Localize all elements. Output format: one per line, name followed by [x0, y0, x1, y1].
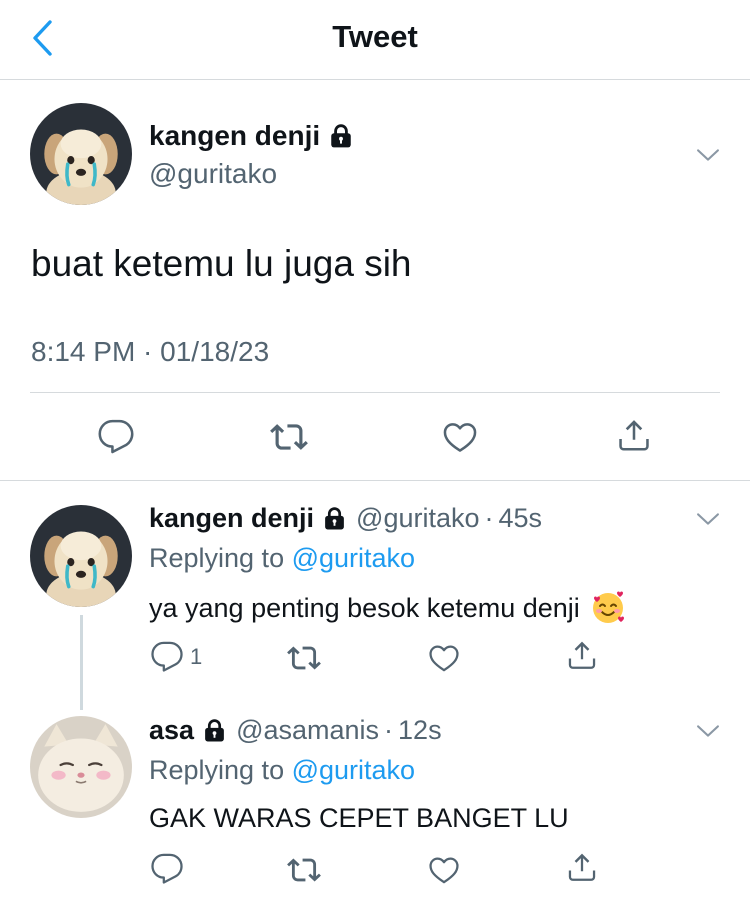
reply-count: 1 — [190, 644, 203, 669]
replying-to-line: Replying to @guritako — [149, 543, 415, 574]
username[interactable]: @guritako — [356, 503, 479, 534]
lock-icon — [322, 506, 347, 531]
chevron-down-icon — [694, 505, 722, 533]
nav-header: Tweet — [0, 0, 750, 80]
reply-age[interactable]: 12s — [398, 715, 442, 746]
chevron-down-icon — [694, 717, 722, 745]
tweet-text: buat ketemu lu juga sih — [31, 243, 412, 284]
reply-header: kangen denji @guritako · 45s — [149, 503, 542, 534]
retweet-button[interactable] — [269, 418, 309, 456]
avatar[interactable] — [30, 103, 132, 205]
dog-avatar-image — [30, 505, 132, 607]
reply-text-row: ya yang penting besok ketemu denji — [149, 590, 626, 626]
display-name[interactable]: kangen denji — [149, 503, 314, 534]
smiling-face-with-hearts-icon — [590, 590, 626, 626]
like-icon — [427, 641, 461, 675]
retweet-button[interactable] — [286, 853, 322, 887]
avatar[interactable] — [30, 505, 132, 607]
reply-button[interactable] — [97, 418, 135, 456]
more-options-button[interactable] — [693, 140, 723, 170]
username[interactable]: @asamanis — [236, 715, 379, 746]
chevron-down-icon — [694, 141, 722, 169]
lock-icon — [328, 123, 354, 149]
avatar[interactable] — [30, 716, 132, 818]
separator-dot: · — [384, 715, 394, 745]
retweet-icon — [286, 641, 322, 675]
share-button[interactable] — [565, 638, 599, 672]
tweet-timestamp[interactable]: 8:14 PM · 01/18/23 — [31, 336, 269, 368]
retweet-icon — [269, 418, 309, 456]
dog-avatar-image — [30, 103, 132, 205]
share-icon — [565, 638, 599, 672]
replying-to-label: Replying to — [149, 543, 285, 573]
more-options-button[interactable] — [693, 504, 723, 534]
reply-icon — [150, 640, 184, 674]
thread-connector-line — [80, 615, 83, 710]
like-icon — [427, 853, 461, 887]
cat-avatar-image — [30, 716, 132, 818]
reply-age[interactable]: 45s — [499, 503, 543, 534]
like-button[interactable] — [427, 853, 461, 887]
retweet-button[interactable] — [286, 641, 322, 675]
replying-to-label: Replying to — [149, 755, 285, 785]
more-options-button[interactable] — [693, 716, 723, 746]
display-name[interactable]: asa — [149, 715, 194, 746]
reply-text: ya yang penting besok ketemu denji — [149, 592, 580, 623]
mention-link[interactable]: @guritako — [292, 543, 415, 573]
username[interactable]: @guritako — [149, 158, 277, 190]
like-button[interactable] — [441, 418, 479, 456]
like-icon — [441, 418, 479, 456]
mention-link[interactable]: @guritako — [292, 755, 415, 785]
retweet-icon — [286, 853, 322, 887]
divider — [0, 480, 750, 481]
reply-button[interactable] — [150, 852, 184, 886]
divider — [30, 392, 720, 393]
reply-header: asa @asamanis · 12s — [149, 715, 442, 746]
main-tweet-author: kangen denji — [149, 120, 354, 152]
display-name[interactable]: kangen denji — [149, 120, 320, 152]
lock-icon — [202, 718, 227, 743]
share-icon — [615, 416, 653, 454]
reply-button[interactable]: 1 — [150, 640, 202, 674]
page-title: Tweet — [332, 19, 418, 54]
replying-to-line: Replying to @guritako — [149, 755, 415, 786]
reply-icon — [150, 852, 184, 886]
separator-dot: · — [484, 503, 494, 533]
share-button[interactable] — [565, 850, 599, 884]
like-button[interactable] — [427, 641, 461, 675]
share-button[interactable] — [615, 416, 653, 454]
reply-icon — [97, 418, 135, 456]
share-icon — [565, 850, 599, 884]
reply-text: GAK WARAS CEPET BANGET LU — [149, 803, 569, 833]
reply-text-row: GAK WARAS CEPET BANGET LU — [149, 803, 569, 834]
